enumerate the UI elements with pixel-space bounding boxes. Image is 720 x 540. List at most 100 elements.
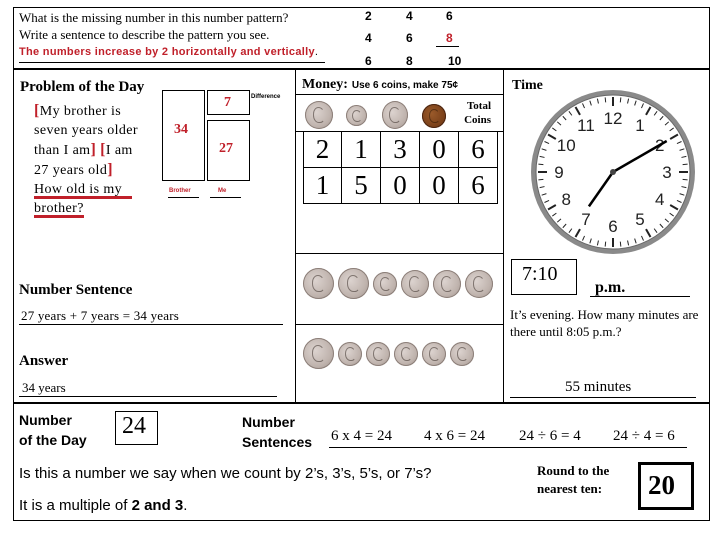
bar-brother-label: Brother xyxy=(169,188,191,194)
money-table-border xyxy=(295,131,503,132)
clock-number: 3 xyxy=(662,163,671,182)
pattern-answer-underline xyxy=(19,62,325,63)
number-sentences-label: Number Sentences xyxy=(242,412,312,452)
bar-me-label: Me xyxy=(218,188,227,194)
clock-number: 5 xyxy=(635,210,644,229)
dime-coin-icon xyxy=(366,341,390,366)
round-label-line1: Round to the xyxy=(537,463,610,478)
problem-line: than I am xyxy=(34,143,91,158)
analog-clock: 121234567891011 xyxy=(531,90,695,254)
bar-difference-label: Difference xyxy=(251,94,281,100)
number-sentence-item: 6 x 4 = 24 xyxy=(331,428,392,444)
coin-row-divider-mid xyxy=(295,324,503,325)
total-coins-header: Total Coins xyxy=(464,100,491,126)
clock-number: 4 xyxy=(655,190,664,209)
problem-line: 27 years old xyxy=(34,163,108,178)
clock-tick xyxy=(538,163,544,166)
problem-question: How old is my xyxy=(34,182,123,197)
time-question: It’s evening. How many minutes are there… xyxy=(510,307,699,339)
time-answer: 55 minutes xyxy=(565,379,632,395)
problem-question: brother? xyxy=(34,201,84,216)
number-sentence-item: 4 x 6 = 24 xyxy=(424,428,485,444)
number-of-day-label: Number of the Day xyxy=(19,410,87,450)
problem-line: My brother is xyxy=(39,104,122,119)
clock-tick xyxy=(682,163,688,166)
clock-number: 8 xyxy=(562,190,571,209)
clock-number: 1 xyxy=(635,116,644,135)
money-title: Money: xyxy=(302,77,348,92)
problem-line: I am xyxy=(105,143,133,158)
quarter-coin-icon xyxy=(303,268,334,299)
number-sentence-underline xyxy=(19,324,283,325)
bar-me-underline xyxy=(210,197,241,198)
nickel-coin-icon xyxy=(401,269,429,298)
dime-coin-icon xyxy=(394,341,418,366)
money-instruction: Use 6 coins, make 75¢ xyxy=(351,80,459,91)
money-cell: 6 xyxy=(458,131,498,168)
money-cell: 0 xyxy=(419,131,459,168)
money-cell: 1 xyxy=(303,167,342,204)
multiple-statement: It is a multiple of 2 and 3. xyxy=(19,497,187,514)
multiple-prefix: It is a multiple of xyxy=(19,497,128,514)
time-answer-underline xyxy=(510,397,696,398)
penny-coin-icon xyxy=(422,104,446,128)
problem-line: seven years older xyxy=(34,123,138,138)
pattern-cell: 6 xyxy=(446,9,453,23)
number-sentences-label-line1: Number xyxy=(242,414,295,430)
multiple-suffix: . xyxy=(183,497,188,514)
pattern-answer-text: The numbers increase by 2 horizontally a… xyxy=(19,46,315,58)
number-sentence-title: Number Sentence xyxy=(19,282,133,298)
clock-tick xyxy=(682,178,688,181)
pattern-cell: 2 xyxy=(365,9,372,23)
nickel-coin-icon xyxy=(433,269,461,298)
digital-time: 7:10 xyxy=(522,263,558,285)
question-underline-1 xyxy=(34,196,132,199)
number-sentence-item: 24 ÷ 4 = 6 xyxy=(613,428,675,444)
meridiem: p.m. xyxy=(595,279,626,296)
dime-coin-icon xyxy=(450,341,474,366)
dime-coin-icon xyxy=(373,271,397,296)
money-cell: 6 xyxy=(458,167,498,204)
quarter-coin-icon xyxy=(305,101,333,129)
clock-tick xyxy=(604,241,607,247)
round-value: 20 xyxy=(648,470,675,500)
pattern-cell: 6 xyxy=(365,54,372,68)
clock-tick xyxy=(538,178,544,181)
pattern-cell: 8 xyxy=(406,54,413,68)
answer-underline xyxy=(19,396,277,397)
money-cell: 2 xyxy=(303,131,342,168)
clock-tick xyxy=(619,97,622,103)
clock-number: 12 xyxy=(604,109,623,128)
pattern-missing-underline xyxy=(436,46,459,47)
money-cell: 0 xyxy=(380,167,420,204)
money-cell: 5 xyxy=(341,167,381,204)
money-divider-top xyxy=(295,94,503,95)
number-of-day-label-line2: of the Day xyxy=(19,432,87,448)
quarter-coin-icon xyxy=(338,268,369,299)
money-cell: 1 xyxy=(341,131,381,168)
money-cell: 3 xyxy=(380,131,420,168)
clock-number: 6 xyxy=(608,217,617,236)
number-of-day-label-line1: Number xyxy=(19,412,72,428)
multiple-value: 2 and 3 xyxy=(131,497,184,514)
bar-me-value: 27 xyxy=(219,141,233,156)
dime-coin-icon xyxy=(422,341,446,366)
clock-tick xyxy=(619,241,622,247)
coin-row-divider-top xyxy=(295,253,503,254)
nickel-coin-icon xyxy=(465,269,493,298)
divider-vertical-2 xyxy=(503,69,504,403)
problem-title: Problem of the Day xyxy=(20,79,145,95)
clock-number: 10 xyxy=(557,136,576,155)
number-of-day-value: 24 xyxy=(122,413,146,439)
bar-brother-underline xyxy=(168,197,199,198)
bar-difference-value: 7 xyxy=(224,95,231,110)
clock-center xyxy=(610,169,616,175)
pattern-answer-period: . xyxy=(314,46,319,58)
bar-brother-value: 34 xyxy=(174,122,188,137)
pattern-cell: 10 xyxy=(448,54,462,68)
pattern-question-line2: Write a sentence to describe the pattern… xyxy=(19,27,270,42)
question-underline-2 xyxy=(34,215,84,218)
round-label: Round to the nearest ten: xyxy=(537,462,609,498)
problem-text: [My brother is seven years older than I … xyxy=(34,102,138,216)
nickel-coin-icon xyxy=(382,101,408,129)
